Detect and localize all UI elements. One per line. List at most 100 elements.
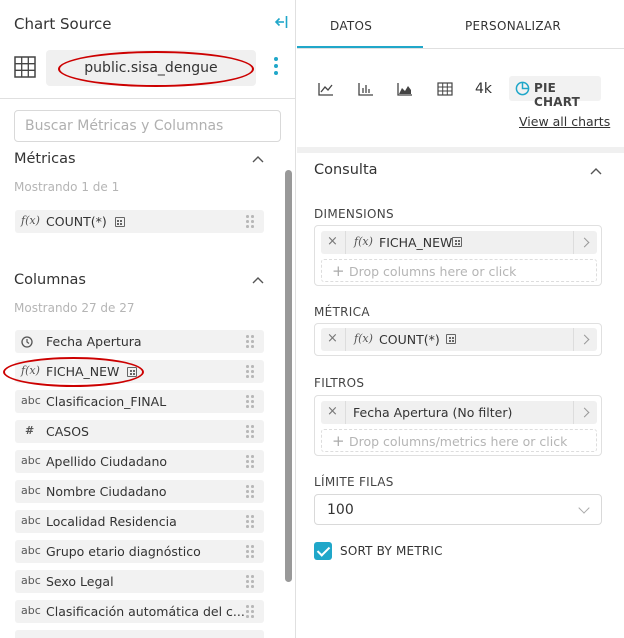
item-name: COUNT(*) bbox=[46, 214, 107, 229]
scrollbar[interactable] bbox=[285, 170, 292, 582]
tab-datos[interactable]: DATOS bbox=[330, 19, 372, 33]
string-type-icon: abc bbox=[21, 484, 41, 497]
dropzone-text: Drop columns here or click bbox=[349, 264, 517, 279]
string-type-icon: abc bbox=[21, 514, 41, 527]
sort-by-metric-label: SORT BY METRIC bbox=[340, 544, 443, 558]
sort-by-metric-checkbox[interactable] bbox=[314, 542, 332, 560]
item-name: Clasificación automática del c... bbox=[46, 604, 245, 619]
calculator-icon bbox=[114, 217, 125, 227]
metric-box: × f(x) COUNT(*) bbox=[314, 323, 602, 356]
control-panel: DATOS PERSONALIZAR 4k PIE CHART View all… bbox=[297, 0, 624, 638]
chevron-up-icon[interactable] bbox=[590, 167, 602, 175]
dimensions-dropzone[interactable]: + Drop columns here or click bbox=[321, 259, 597, 282]
item-name: Sexo Legal bbox=[46, 574, 114, 589]
collapse-panel-icon[interactable] bbox=[274, 14, 288, 30]
list-item[interactable]: abc Clasificacion_FINAL bbox=[15, 390, 264, 413]
dimension-name: FICHA_NEW bbox=[379, 235, 453, 250]
tab-personalizar[interactable]: PERSONALIZAR bbox=[465, 19, 561, 33]
function-icon: f(x) bbox=[21, 214, 40, 227]
metrics-count: Mostrando 1 de 1 bbox=[14, 180, 120, 194]
bar-chart-icon[interactable] bbox=[358, 82, 374, 96]
pie-chart-icon bbox=[515, 81, 530, 96]
dataset-highlight-annotation bbox=[58, 51, 254, 87]
chevron-up-icon[interactable] bbox=[252, 155, 264, 163]
list-item[interactable]: abc Clasificación automática del c... bbox=[15, 600, 264, 623]
calculator-icon bbox=[446, 334, 456, 344]
string-type-icon: abc bbox=[21, 604, 41, 617]
list-item[interactable]: abc Grupo etario diagnóstico bbox=[15, 540, 264, 563]
list-item[interactable]: abc Nombre Ciudadano bbox=[15, 480, 264, 503]
item-name: Nombre Ciudadano bbox=[46, 484, 167, 499]
list-item[interactable]: f(x) COUNT(*) bbox=[15, 210, 264, 233]
function-icon: f(x) bbox=[354, 235, 373, 248]
remove-icon[interactable]: × bbox=[327, 404, 338, 419]
drag-handle-icon[interactable] bbox=[246, 515, 254, 528]
more-options-icon[interactable] bbox=[274, 57, 280, 79]
remove-icon[interactable]: × bbox=[327, 234, 338, 249]
filter-pill[interactable]: × Fecha Apertura (No filter) bbox=[321, 401, 597, 424]
filter-name: Fecha Apertura (No filter) bbox=[353, 405, 513, 420]
drag-handle-icon[interactable] bbox=[246, 335, 254, 348]
numeric-type-icon: # bbox=[25, 424, 35, 437]
remove-icon[interactable]: × bbox=[327, 331, 338, 346]
table-chart-icon[interactable] bbox=[437, 82, 453, 96]
columns-count: Mostrando 27 de 27 bbox=[14, 301, 135, 315]
item-name: Fecha Apertura bbox=[46, 334, 142, 349]
plus-icon: + bbox=[332, 432, 345, 450]
drag-handle-icon[interactable] bbox=[246, 425, 254, 438]
list-item[interactable]: abc Sexo Legal bbox=[15, 570, 264, 593]
item-name: Apellido Ciudadano bbox=[46, 454, 168, 469]
datasource-panel: Chart Source public.sisa_dengue Métricas… bbox=[0, 0, 296, 638]
item-name: Clasificacion_FINAL bbox=[46, 394, 167, 409]
filters-box: × Fecha Apertura (No filter) + Drop colu… bbox=[314, 395, 602, 456]
function-icon: f(x) bbox=[354, 332, 373, 345]
chart-source-title: Chart Source bbox=[14, 15, 112, 33]
area-chart-icon[interactable] bbox=[397, 82, 413, 96]
metrics-section-title: Métricas bbox=[14, 151, 76, 167]
string-type-icon: abc bbox=[21, 574, 41, 587]
drag-handle-icon[interactable] bbox=[246, 485, 254, 498]
chevron-down-icon bbox=[578, 502, 590, 514]
list-item[interactable]: # CASOS bbox=[15, 420, 264, 443]
string-type-icon: abc bbox=[21, 544, 41, 557]
dropzone-text: Drop columns/metrics here or click bbox=[349, 434, 568, 449]
view-all-charts-link[interactable]: View all charts bbox=[519, 114, 610, 129]
filters-label: FILTROS bbox=[314, 376, 365, 390]
drag-handle-icon[interactable] bbox=[246, 605, 254, 618]
list-item[interactable]: abc Apellido Ciudadano bbox=[15, 450, 264, 473]
string-type-icon: abc bbox=[21, 454, 41, 467]
pie-chart-button[interactable]: PIE CHART bbox=[509, 76, 601, 109]
line-chart-icon[interactable] bbox=[318, 82, 334, 96]
calculator-icon bbox=[452, 237, 462, 247]
list-item[interactable]: abc Localidad Residencia bbox=[15, 510, 264, 533]
drag-handle-icon[interactable] bbox=[246, 365, 254, 378]
list-item[interactable]: Fecha Apertura bbox=[15, 330, 264, 353]
chevron-right-icon[interactable] bbox=[573, 401, 597, 424]
row-limit-label: LÍMITE FILAS bbox=[314, 475, 394, 489]
metric-label: MÉTRICA bbox=[314, 305, 370, 319]
drag-handle-icon[interactable] bbox=[246, 575, 254, 588]
drag-handle-icon[interactable] bbox=[246, 545, 254, 558]
chevron-right-icon[interactable] bbox=[573, 328, 597, 351]
chevron-up-icon[interactable] bbox=[252, 276, 264, 284]
search-input[interactable] bbox=[14, 110, 281, 142]
drag-handle-icon[interactable] bbox=[246, 455, 254, 468]
pie-chart-label: PIE CHART bbox=[534, 81, 581, 109]
item-name: CASOS bbox=[46, 424, 89, 439]
dimension-pill[interactable]: × f(x) FICHA_NEW bbox=[321, 231, 597, 254]
metric-pill[interactable]: × f(x) COUNT(*) bbox=[321, 328, 597, 351]
chevron-right-icon[interactable] bbox=[573, 231, 597, 254]
filters-dropzone[interactable]: + Drop columns/metrics here or click bbox=[321, 429, 597, 452]
consulta-title: Consulta bbox=[314, 162, 378, 178]
dimensions-box: × f(x) FICHA_NEW + Drop columns here or … bbox=[314, 225, 602, 286]
drag-handle-icon[interactable] bbox=[246, 395, 254, 408]
table-icon bbox=[14, 56, 36, 78]
string-type-icon: abc bbox=[21, 394, 41, 407]
item-name: Localidad Residencia bbox=[46, 514, 177, 529]
big-number-chart-button[interactable]: 4k bbox=[475, 81, 492, 97]
drag-handle-icon[interactable] bbox=[246, 215, 254, 228]
columns-section-title: Columnas bbox=[14, 272, 86, 288]
dimensions-label: DIMENSIONS bbox=[314, 207, 394, 221]
list-item[interactable] bbox=[15, 630, 264, 638]
row-limit-select[interactable]: 100 bbox=[314, 494, 602, 525]
